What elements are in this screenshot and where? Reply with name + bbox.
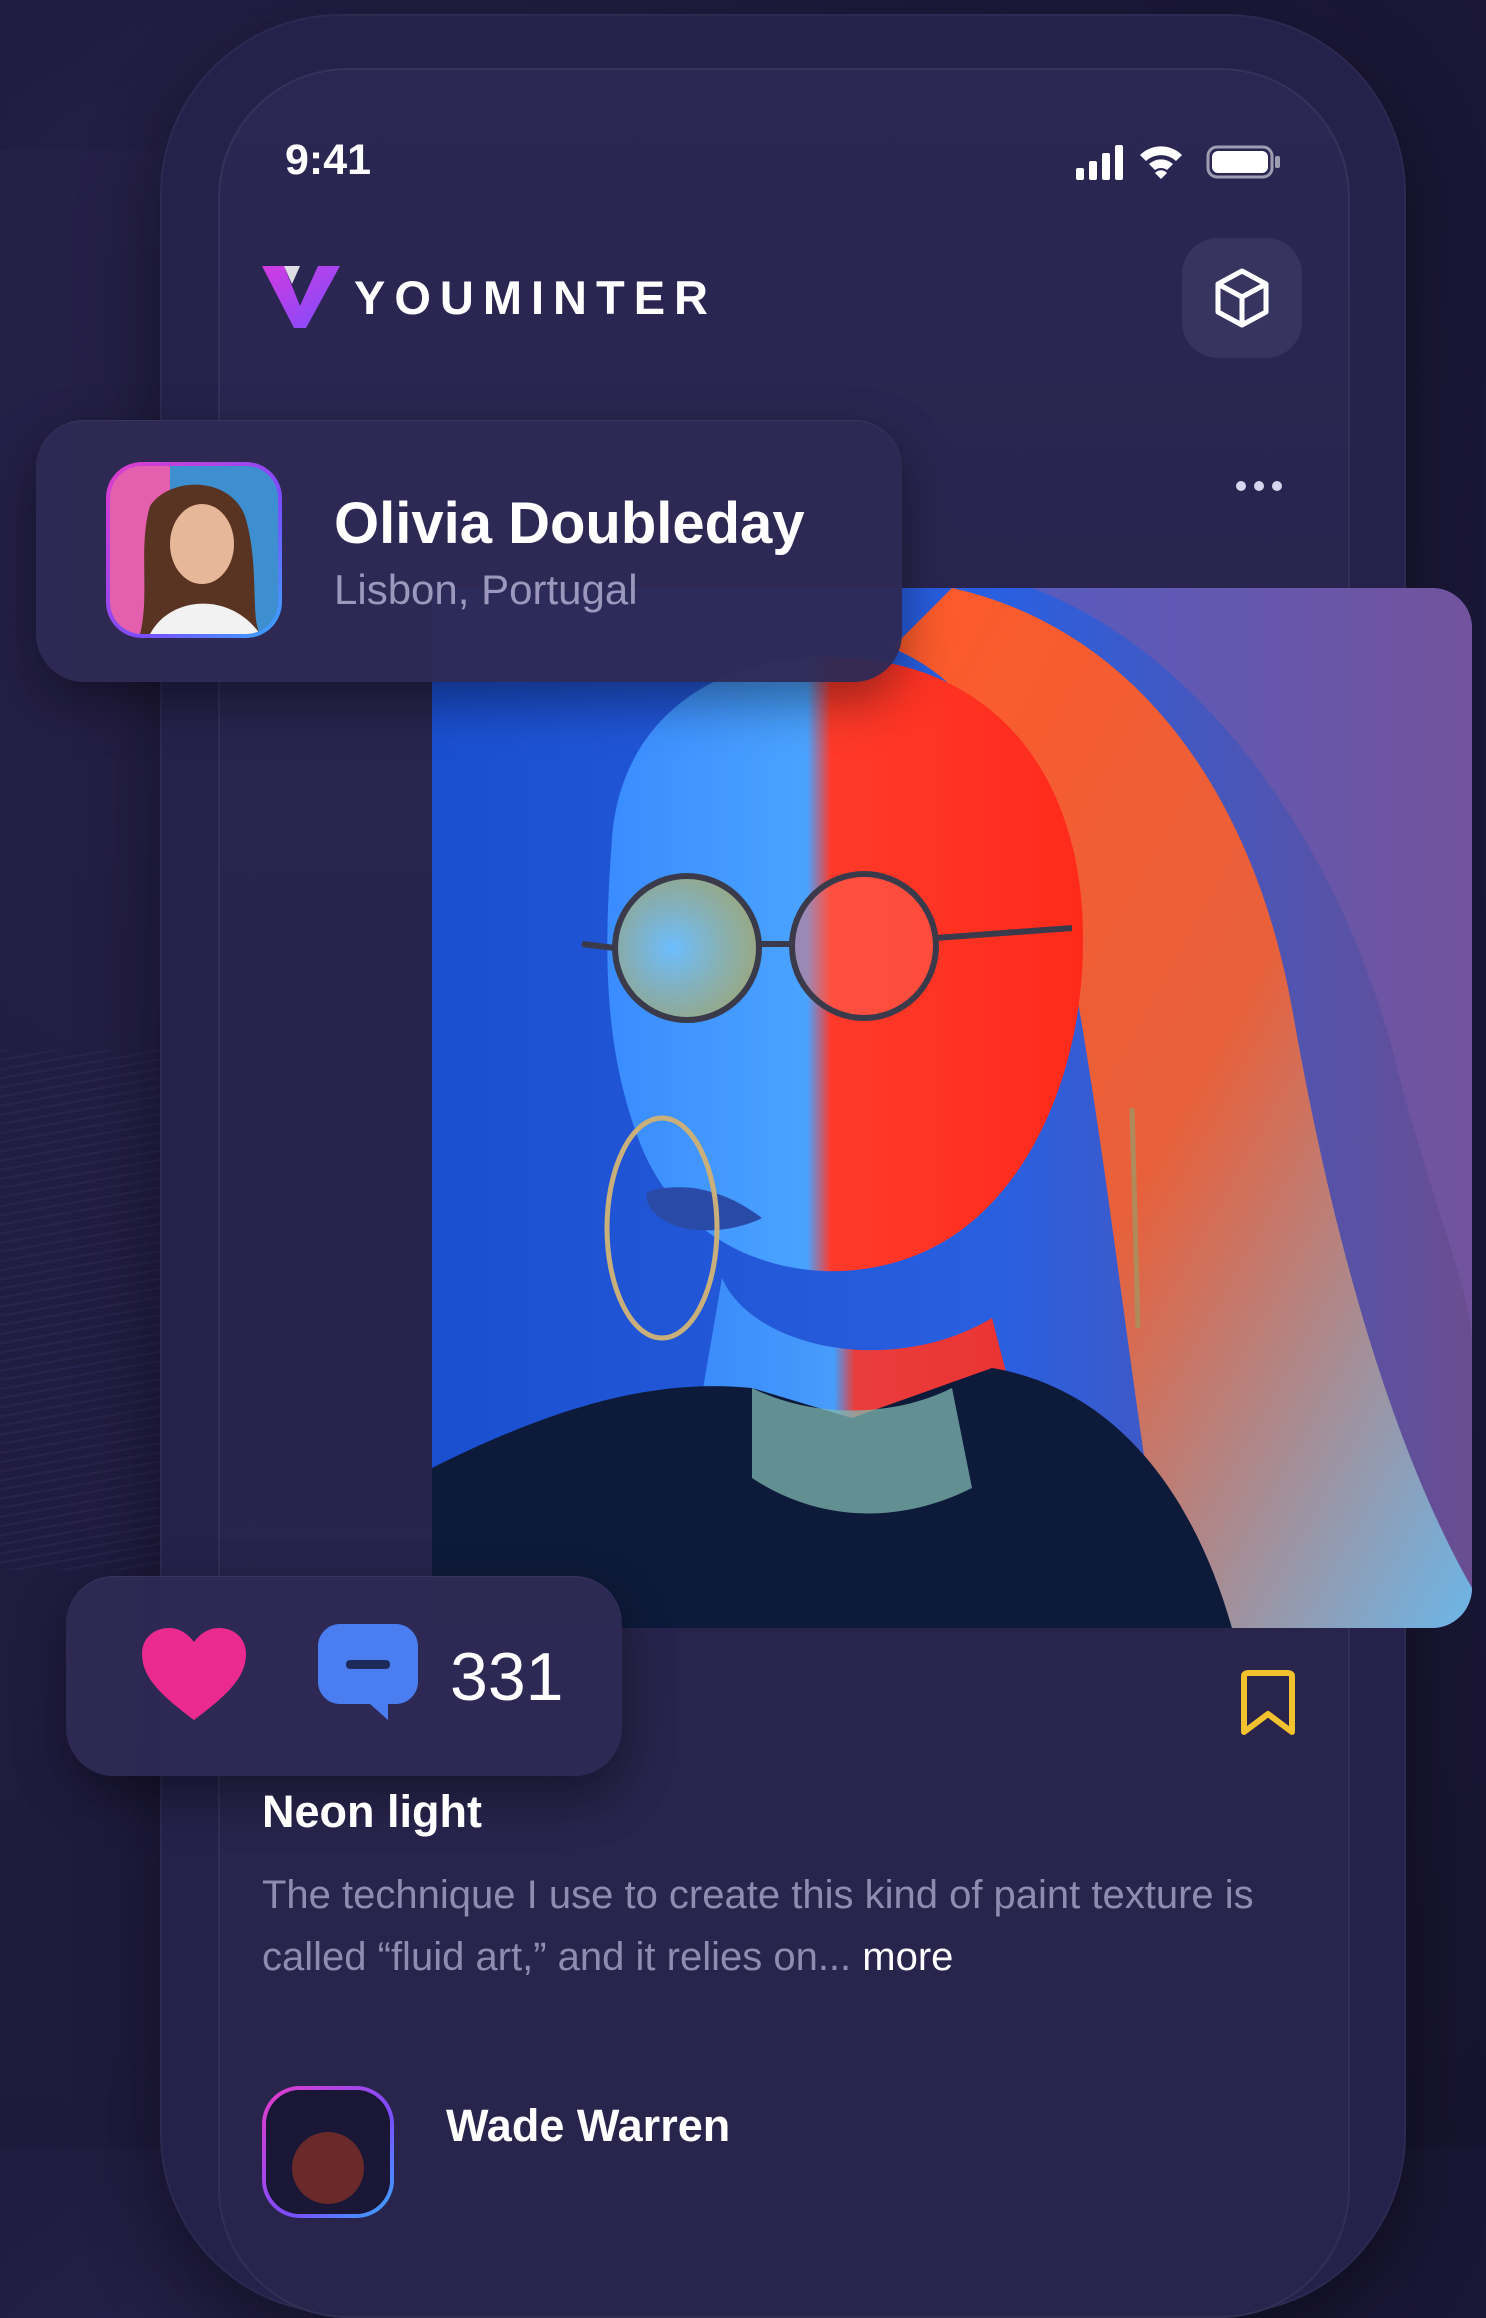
commenter-name[interactable]: Wade Warren <box>446 2100 730 2152</box>
comment-count: 331 <box>450 1639 564 1715</box>
wifi-icon <box>1140 146 1182 179</box>
signal-icon <box>1076 145 1123 180</box>
author-card[interactable]: Olivia Doubleday Lisbon, Portugal <box>36 420 902 682</box>
author-avatar[interactable] <box>106 462 282 638</box>
ar-view-button[interactable] <box>1182 238 1302 358</box>
author-avatar-image <box>110 466 278 634</box>
status-icons <box>1076 145 1280 180</box>
post-description-text: The technique I use to create this kind … <box>262 1873 1254 1979</box>
neon-portrait-image <box>432 588 1472 1628</box>
cube-icon <box>1215 268 1269 328</box>
background-wave-pattern <box>0 1050 160 1570</box>
author-name[interactable]: Olivia Doubleday <box>334 490 805 557</box>
bookmark-icon[interactable] <box>1238 1670 1298 1736</box>
reactions-card: 331 <box>66 1576 622 1776</box>
post-title: Neon light <box>262 1786 482 1837</box>
comment-icon[interactable] <box>318 1624 418 1720</box>
battery-icon <box>1206 145 1280 179</box>
post-image[interactable] <box>432 588 1472 1628</box>
status-time: 9:41 <box>285 136 372 184</box>
youminter-logo-icon <box>262 266 340 328</box>
more-link[interactable]: more <box>862 1935 953 1979</box>
author-location: Lisbon, Portugal <box>334 566 638 613</box>
brand-name: YOUMINTER <box>354 271 717 324</box>
commenter-avatar-image <box>266 2090 390 2214</box>
heart-icon[interactable] <box>142 1628 246 1722</box>
commenter-avatar[interactable] <box>262 2086 394 2218</box>
post-description: The technique I use to create this kind … <box>262 1864 1262 1988</box>
more-dots-icon[interactable] <box>1236 478 1296 494</box>
